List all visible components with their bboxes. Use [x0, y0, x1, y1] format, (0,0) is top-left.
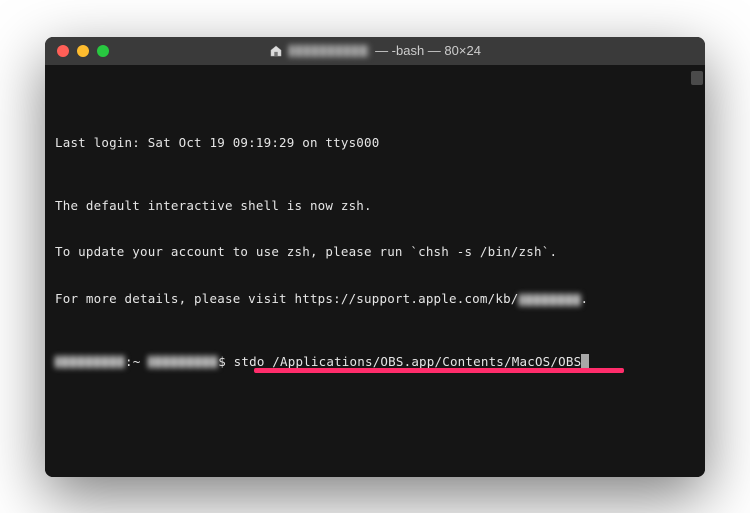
redacted-hostname: [55, 356, 125, 368]
highlight-underline: [254, 368, 624, 373]
zsh-msg-3-suffix: .: [581, 291, 589, 306]
zsh-msg-3-prefix: For more details, please visit https://s…: [55, 291, 519, 306]
maximize-button[interactable]: [97, 45, 109, 57]
minimize-button[interactable]: [77, 45, 89, 57]
last-login-line: Last login: Sat Oct 19 09:19:29 on ttys0…: [55, 135, 695, 151]
zsh-msg-1: The default interactive shell is now zsh…: [55, 198, 695, 214]
window-title-text: — -bash — 80×24: [375, 43, 481, 58]
scrollbar[interactable]: [691, 71, 703, 85]
command-text: stdo /Applications/OBS.app/Contents/MacO…: [234, 354, 582, 369]
cursor: [581, 354, 589, 369]
zsh-msg-2: To update your account to use zsh, pleas…: [55, 244, 695, 260]
window-title: — -bash — 80×24: [45, 43, 705, 58]
redacted-username: [148, 356, 218, 368]
prompt-line[interactable]: :~ $ stdo /Applications/OBS.app/Contents…: [55, 354, 695, 370]
titlebar[interactable]: — -bash — 80×24: [45, 37, 705, 65]
terminal-window: — -bash — 80×24 Last login: Sat Oct 19 0…: [45, 37, 705, 477]
zsh-msg-3: For more details, please visit https://s…: [55, 291, 695, 307]
redacted-kb-id: [519, 294, 581, 306]
prompt-dollar: $: [218, 354, 233, 369]
terminal-body[interactable]: Last login: Sat Oct 19 09:19:29 on ttys0…: [45, 65, 705, 477]
close-button[interactable]: [57, 45, 69, 57]
title-redacted-hostname: [289, 45, 369, 57]
traffic-lights: [57, 45, 109, 57]
prompt-colon-tilde: :~: [125, 354, 148, 369]
home-icon: [269, 45, 283, 57]
